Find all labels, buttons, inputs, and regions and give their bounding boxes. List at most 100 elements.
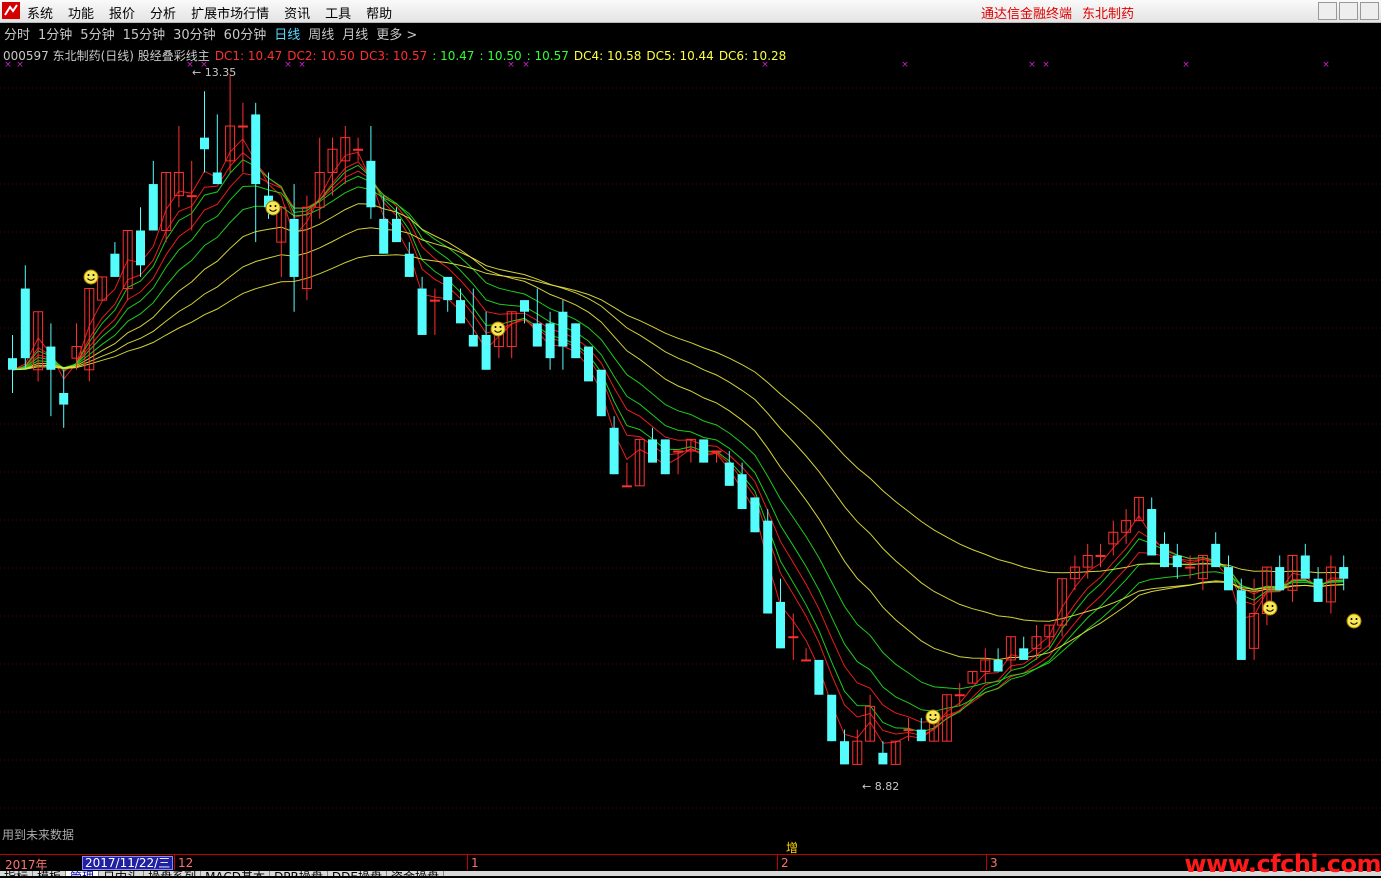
tab-0[interactable]: 指标 xyxy=(0,871,34,876)
candle-body-up xyxy=(621,485,632,488)
candle-body-down xyxy=(443,276,453,301)
menu-item-1[interactable]: 功能 xyxy=(68,3,94,22)
candle-body-down xyxy=(1160,543,1169,568)
signal-mark: × xyxy=(901,60,909,70)
candle-body-down xyxy=(251,114,261,185)
period-tab-9[interactable]: 更多 > xyxy=(376,24,417,43)
candle-body-up xyxy=(429,299,440,302)
signal-mark: × xyxy=(298,60,306,70)
candle-body-down xyxy=(571,323,581,359)
candle-body-down xyxy=(1339,567,1349,579)
month-tick xyxy=(777,855,778,870)
close-button[interactable] xyxy=(1360,2,1379,20)
menu-item-6[interactable]: 工具 xyxy=(325,3,351,22)
signal-mark: × xyxy=(1042,60,1050,70)
candle-body-down xyxy=(417,288,427,335)
tab-2[interactable]: 管理 xyxy=(66,871,100,876)
menu-item-3[interactable]: 分析 xyxy=(150,3,176,22)
menu-item-7[interactable]: 帮助 xyxy=(366,3,392,22)
candle-body-down xyxy=(212,172,222,185)
ma-line-8 xyxy=(12,254,1344,574)
candle-body-down xyxy=(916,729,926,742)
candle-body-down xyxy=(763,520,773,614)
candle-body-down xyxy=(648,439,657,463)
candle-body-down xyxy=(814,659,824,695)
tab-4[interactable]: 操盘系列 xyxy=(144,871,202,876)
candle-body-down xyxy=(200,137,209,150)
stock-name: 东北制药 xyxy=(1082,7,1135,22)
period-tab-5[interactable]: 60分钟 xyxy=(224,24,267,43)
indicator-tabs: 指标模板管理日内头操盘系列MACD基本DPR操盘DDE操盘资金操盘 xyxy=(0,871,1381,876)
ma-line-5 xyxy=(12,186,1344,690)
tab-5[interactable]: MACD基本 xyxy=(201,871,271,876)
app-logo-icon[interactable] xyxy=(2,2,20,19)
period-tab-6[interactable]: 日线 xyxy=(274,24,300,43)
candle-body-down xyxy=(878,752,888,765)
smiley-signal-icon xyxy=(265,200,281,216)
candle-body-down xyxy=(20,288,30,359)
candle-body-down xyxy=(609,427,619,475)
candle-body-down xyxy=(481,334,491,370)
month-tick xyxy=(986,855,987,870)
period-tab-3[interactable]: 15分钟 xyxy=(123,24,166,43)
signal-mark: × xyxy=(522,60,530,70)
kline-chart[interactable]: × × × × × × × × × × × × × ×← 13.35← 8.82 xyxy=(0,58,1381,853)
future-data-note: 用到未来数据 xyxy=(2,828,75,842)
tab-1[interactable]: 模板 xyxy=(33,871,67,876)
signal-mark: × xyxy=(761,60,769,70)
watermark: www.cfchi.com xyxy=(1184,850,1381,878)
month-label: 2 xyxy=(781,856,789,870)
menu-item-2[interactable]: 报价 xyxy=(109,3,135,22)
month-tick xyxy=(174,855,175,870)
candle-body-down xyxy=(404,253,414,277)
candle-body-up xyxy=(673,450,684,453)
candle-body-down xyxy=(1224,567,1233,591)
candle-body-up xyxy=(237,125,248,128)
tab-3[interactable]: 日内头 xyxy=(99,871,145,876)
period-tab-2[interactable]: 5分钟 xyxy=(80,24,114,43)
candle-body-down xyxy=(456,300,465,324)
menu-item-4[interactable]: 扩展市场行情 xyxy=(191,3,269,22)
candle-body-down xyxy=(520,300,529,312)
candle-body-up xyxy=(1095,554,1106,557)
ma-line-7 xyxy=(12,227,1344,622)
candle-body-down xyxy=(1147,509,1157,556)
ma-line-4 xyxy=(12,175,1344,712)
candle-body-down xyxy=(545,323,555,359)
candle-body-down xyxy=(136,230,145,266)
tab-7[interactable]: DDE操盘 xyxy=(328,871,387,876)
candle-body-down xyxy=(724,462,734,486)
maximize-button[interactable] xyxy=(1339,2,1358,20)
ma-line-3 xyxy=(12,159,1344,733)
candle-body-up xyxy=(801,659,812,662)
period-bar: 分时 1分钟 5分钟 15分钟 30分钟 60分钟 日线 周线 月线 更多 > xyxy=(0,23,1381,44)
menu-bar: 系统 功能 报价 分析 扩展市场行情 资讯 工具 帮助 通达信金融终端 东北制药 xyxy=(0,0,1381,23)
candle-body-down xyxy=(584,346,593,382)
period-tab-0[interactable]: 分时 xyxy=(4,24,30,43)
signal-mark: × xyxy=(507,60,515,70)
tab-8[interactable]: 资金操盘 xyxy=(387,871,444,876)
minimize-button[interactable] xyxy=(1318,2,1337,20)
candle-body-down xyxy=(827,694,837,742)
signal-mark: × xyxy=(284,60,292,70)
candle-body-down xyxy=(1019,648,1029,660)
candle-body-down xyxy=(468,334,478,347)
smiley-signal-icon xyxy=(1346,613,1362,629)
period-tab-7[interactable]: 周线 xyxy=(308,24,334,43)
candle-body-down xyxy=(699,439,709,463)
tab-6[interactable]: DPR操盘 xyxy=(270,871,328,876)
period-tab-4[interactable]: 30分钟 xyxy=(173,24,216,43)
menu-item-5[interactable]: 资讯 xyxy=(284,3,310,22)
period-tab-8[interactable]: 月线 xyxy=(342,24,368,43)
candle-body-down xyxy=(1313,578,1323,602)
ma-line-6 xyxy=(12,203,1344,661)
candle-body-down xyxy=(737,474,747,510)
date-axis: 2017年 2017/11/22/三 12 1 2 3 xyxy=(0,854,1381,872)
menu-item-0[interactable]: 系统 xyxy=(27,3,53,22)
period-tab-1[interactable]: 1分钟 xyxy=(38,24,72,43)
candle-body-down xyxy=(110,253,120,277)
selected-date: 2017/11/22/三 xyxy=(82,856,174,870)
candle-body-down xyxy=(392,218,401,243)
candle-body-up xyxy=(353,148,364,151)
brand-name: 通达信金融终端 xyxy=(981,7,1073,22)
